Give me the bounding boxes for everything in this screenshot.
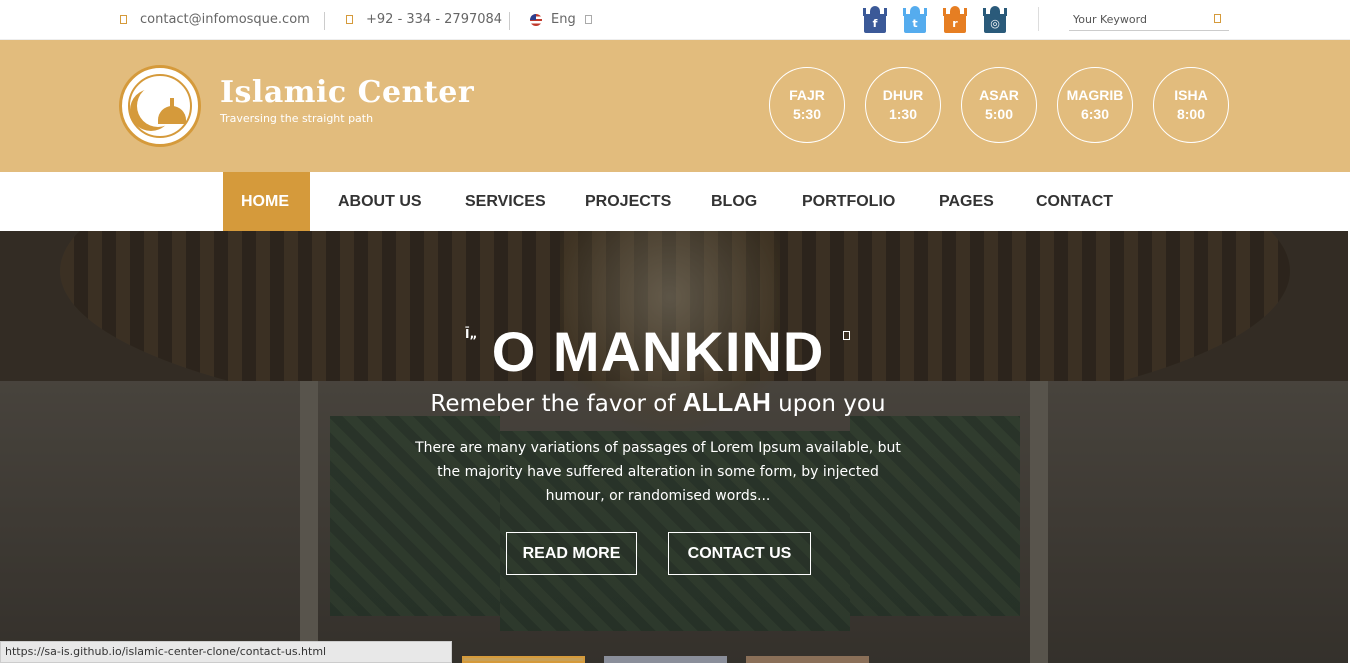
email-link[interactable]: contact@infomosque.com xyxy=(120,12,310,27)
chevron-down-icon xyxy=(584,15,592,24)
instagram-icon[interactable]: ◎ xyxy=(982,6,1008,33)
search-icon[interactable] xyxy=(1214,14,1221,23)
divider xyxy=(1038,7,1039,31)
facebook-icon[interactable]: f xyxy=(862,6,888,33)
site-tagline: Traversing the straight path xyxy=(220,112,374,125)
nav-item-about-us[interactable]: ABOUT US xyxy=(320,172,435,231)
hero-subtitle-post: upon you xyxy=(770,391,886,417)
phone-link[interactable]: +92 - 334 - 2797084 xyxy=(346,12,502,27)
icon-glyph: f xyxy=(864,14,886,33)
site-title[interactable]: Islamic Center xyxy=(220,75,474,110)
nav-item-blog[interactable]: BLOG xyxy=(693,172,772,231)
prayer-clock: 6:30 xyxy=(1080,106,1110,122)
prayer-clock: 5:30 xyxy=(792,106,822,122)
envelope-icon xyxy=(120,15,127,24)
slider-thumb[interactable] xyxy=(746,656,869,663)
phone-text: +92 - 334 - 2797084 xyxy=(366,12,503,27)
logo[interactable] xyxy=(119,65,201,147)
icon-glyph: t xyxy=(904,14,926,33)
nav-item-pages[interactable]: PAGES xyxy=(921,172,1006,231)
hero-subtitle: Remeber the favor of ALLAH upon you xyxy=(0,387,1316,418)
main-nav: HOME ABOUT US SERVICES PROJECTS BLOG PORTFOLI… xyxy=(0,172,1350,231)
search-box xyxy=(1069,8,1229,31)
header-band xyxy=(0,40,1350,172)
language-label: Eng xyxy=(551,12,576,27)
nav-item-services[interactable]: SERVICES xyxy=(447,172,555,231)
us-flag-icon xyxy=(530,13,542,26)
search-input[interactable] xyxy=(1069,10,1199,29)
hero-slider: Ī„ O MANKIND Remeber the favor of ALLAH … xyxy=(0,231,1348,663)
prayer-time-fajr: FAJR 5:30 xyxy=(769,67,845,143)
hero-subtitle-strong: ALLAH xyxy=(682,387,771,417)
browser-status-url: https://sa-is.github.io/islamic-center-c… xyxy=(0,641,452,663)
rss-icon[interactable]: r xyxy=(942,6,968,33)
icon-glyph: ◎ xyxy=(984,14,1006,33)
nav-item-projects[interactable]: PROJECTS xyxy=(567,172,681,231)
hero-subtitle-pre: Remeber the favor of xyxy=(430,391,683,417)
email-text: contact@infomosque.com xyxy=(140,12,310,27)
phone-icon xyxy=(346,15,353,24)
twitter-icon[interactable]: t xyxy=(902,6,928,33)
prayer-name: MAGRIB xyxy=(1066,87,1124,103)
prayer-time-isha: ISHA 8:00 xyxy=(1153,67,1229,143)
divider xyxy=(509,12,510,30)
nav-item-home[interactable]: HOME xyxy=(223,172,310,231)
prayer-clock: 8:00 xyxy=(1176,106,1206,122)
prayer-time-magrib: MAGRIB 6:30 xyxy=(1057,67,1133,143)
hero-text: There are many variations of passages of… xyxy=(415,440,901,504)
prayer-time-dhur: DHUR 1:30 xyxy=(865,67,941,143)
language-selector[interactable]: Eng xyxy=(530,12,592,27)
nav-item-portfolio[interactable]: PORTFOLIO xyxy=(784,172,909,231)
prayer-name: FAJR xyxy=(789,87,825,103)
prayer-clock: 5:00 xyxy=(984,106,1014,122)
slider-thumb[interactable] xyxy=(604,656,727,663)
slider-thumb[interactable] xyxy=(462,656,585,663)
contact-us-button[interactable]: CONTACT US xyxy=(668,532,811,575)
prayer-clock: 1:30 xyxy=(888,106,918,122)
icon-glyph: r xyxy=(944,14,966,33)
nav-item-contact[interactable]: CONTACT xyxy=(1018,172,1128,231)
divider xyxy=(324,12,325,30)
prayer-name: DHUR xyxy=(882,87,924,103)
hero-title: O MANKIND xyxy=(491,320,825,383)
read-more-button[interactable]: READ MORE xyxy=(506,532,637,575)
prayer-time-asar: ASAR 5:00 xyxy=(961,67,1037,143)
prayer-name: ASAR xyxy=(979,87,1019,103)
top-bar: contact@infomosque.com +92 - 334 - 27970… xyxy=(0,0,1350,40)
prayer-name: ISHA xyxy=(1174,87,1208,103)
